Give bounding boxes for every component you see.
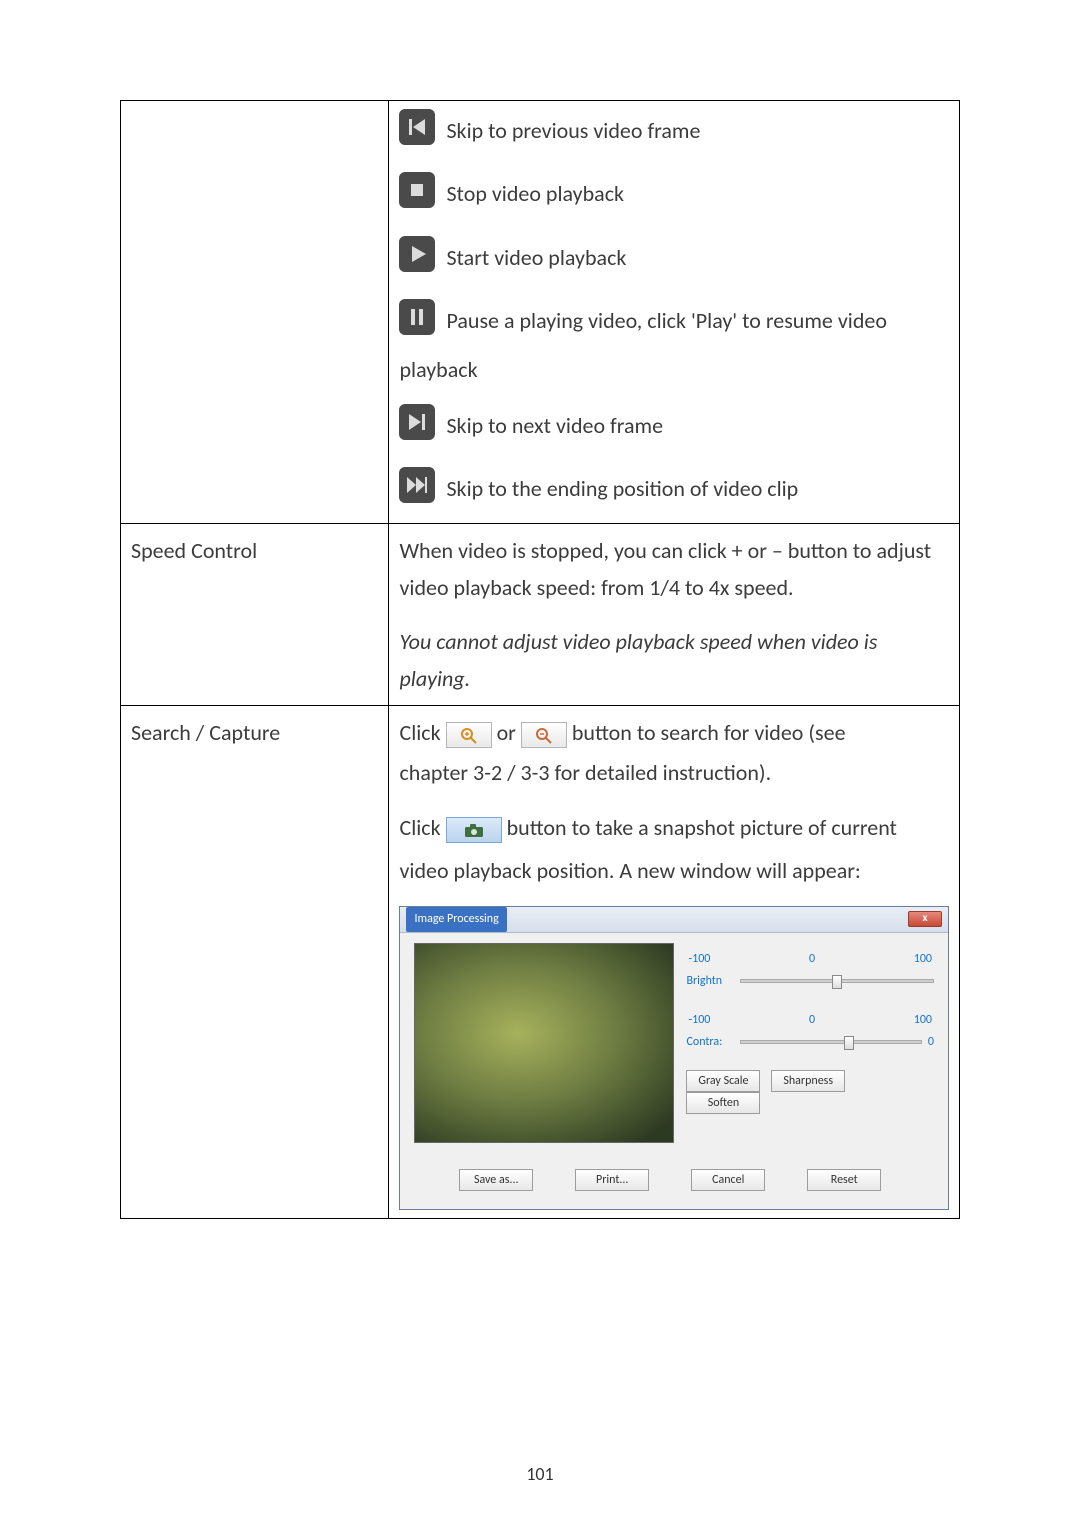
brightness-slider-row: -100 0 100 Brightn (686, 949, 934, 992)
pause-text-1: Pause a playing video, click 'Play' to r… (446, 307, 886, 334)
speed-content: When video is stopped, you can click + o… (389, 523, 960, 706)
reset-button[interactable]: Reset (807, 1169, 881, 1191)
search-l1c: button to search for video (see (572, 719, 846, 746)
save-as-button[interactable]: Save as... (459, 1169, 533, 1191)
brightness-label: Brightn (686, 971, 740, 991)
contrast-track[interactable] (740, 1040, 921, 1044)
start-text: Start video playback (446, 244, 626, 271)
play-icon (399, 236, 435, 283)
search-l1a: Click (399, 719, 440, 746)
search-l1b: or (497, 719, 516, 746)
gray-scale-button[interactable]: Gray Scale (686, 1070, 760, 1092)
doc-table: Skip to previous video frame Stop video … (120, 100, 960, 1219)
contrast-slider-row: -100 0 100 Contra: 0 (686, 1010, 934, 1053)
brightness-track[interactable] (740, 979, 934, 983)
contrast-end-cap: 0 (928, 1032, 934, 1052)
contrast-thumb[interactable] (844, 1036, 854, 1050)
soften-button[interactable]: Soften (686, 1092, 760, 1114)
contrast-label: Contra: (686, 1032, 740, 1052)
stop-icon (399, 172, 435, 219)
cancel-button[interactable]: Cancel (691, 1169, 765, 1191)
camera-icon[interactable] (446, 817, 502, 843)
search-l2: chapter 3-2 / 3-3 for detailed instructi… (399, 754, 949, 791)
contrast-min: -100 (688, 1010, 710, 1030)
page-number: 101 (0, 1463, 1080, 1485)
speed-p1: When video is stopped, you can click + o… (399, 532, 949, 607)
sharpness-button[interactable]: Sharpness (771, 1070, 845, 1092)
skip-next-icon (399, 404, 435, 451)
dialog-close-button[interactable]: x (908, 911, 942, 927)
search-l4: video playback position. A new window wi… (399, 852, 949, 889)
print-button[interactable]: Print... (575, 1169, 649, 1191)
zoom-out-icon[interactable] (521, 722, 567, 748)
skip-end-icon (399, 467, 435, 514)
pause-icon (399, 299, 435, 346)
playback-cell: Skip to previous video frame Stop video … (389, 101, 960, 524)
contrast-max: 100 (914, 1010, 932, 1030)
brightness-max: 100 (914, 949, 932, 969)
contrast-mid: 0 (809, 1010, 815, 1030)
skip-prev-icon (399, 109, 435, 156)
dialog-footer: Save as... Print... Cancel Reset (400, 1155, 948, 1209)
snapshot-preview (414, 943, 674, 1143)
skip-end-text: Skip to the ending position of video cli… (446, 475, 798, 502)
zoom-in-icon[interactable] (446, 722, 492, 748)
playback-label-cell (121, 101, 389, 524)
stop-text: Stop video playback (446, 180, 624, 207)
pause-text-2: playback (399, 351, 949, 388)
search-l3b: button to take a snapshot picture of cur… (507, 814, 897, 841)
brightness-thumb[interactable] (832, 975, 842, 989)
dialog-titlebar: Image Processing x (400, 907, 948, 933)
dialog-title-text: Image Processing (406, 907, 506, 931)
search-l3a: Click (399, 814, 440, 841)
image-processing-dialog: Image Processing x -100 0 100 (399, 906, 949, 1210)
search-content: Click or button to search for video (see… (389, 706, 960, 1219)
speed-label: Speed Control (121, 523, 389, 706)
speed-p2: You cannot adjust video playback speed w… (399, 623, 949, 698)
brightness-min: -100 (688, 949, 710, 969)
skip-next-text: Skip to next video frame (446, 412, 663, 439)
controls-panel: -100 0 100 Brightn (686, 943, 934, 1143)
brightness-mid: 0 (809, 949, 815, 969)
search-label: Search / Capture (121, 706, 389, 1219)
skip-prev-text: Skip to previous video frame (446, 117, 700, 144)
